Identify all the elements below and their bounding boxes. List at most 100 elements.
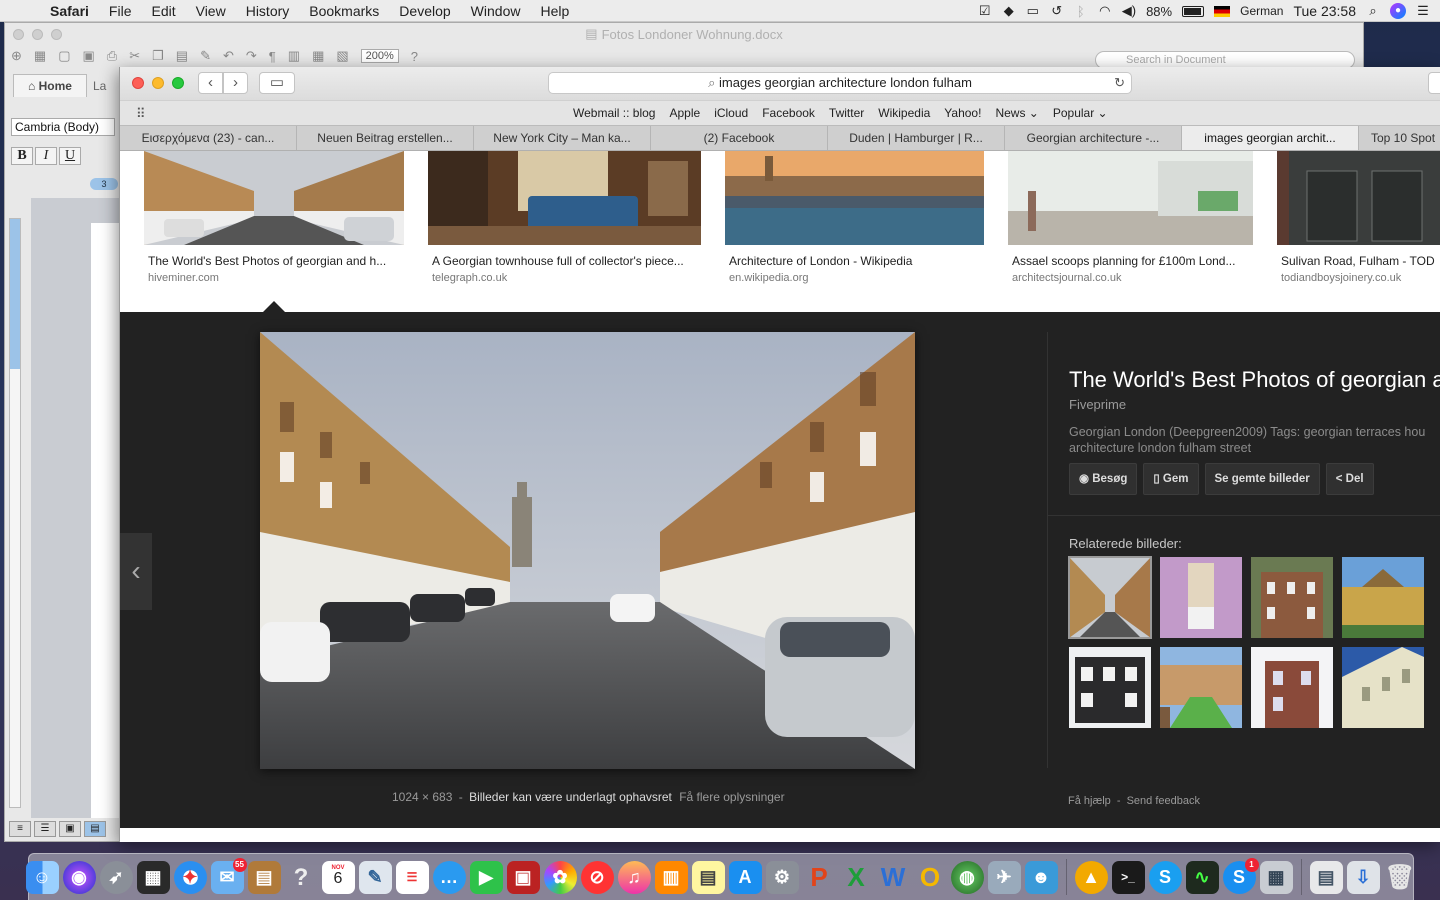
result-title[interactable]: Assael scoops planning for £100m Lond... bbox=[1008, 254, 1253, 268]
powerpoint-icon[interactable]: P bbox=[803, 861, 836, 894]
mail-icon[interactable]: ✉ 55 bbox=[210, 857, 247, 894]
pilcrow-icon[interactable]: ¶ bbox=[269, 49, 276, 64]
result-title[interactable]: A Georgian townhouse full of collector's… bbox=[428, 254, 701, 268]
menu-file[interactable]: File bbox=[99, 3, 142, 19]
tab-duden[interactable]: Duden | Hamburger | R... bbox=[828, 126, 1005, 150]
word-icon[interactable]: W bbox=[877, 861, 910, 894]
related-image[interactable] bbox=[1342, 557, 1424, 638]
more-info-link[interactable]: Få flere oplysninger bbox=[679, 790, 784, 804]
fav-icloud[interactable]: iCloud bbox=[707, 106, 755, 120]
directory-utility-icon[interactable]: ✈ bbox=[987, 860, 1021, 894]
menu-develop[interactable]: Develop bbox=[389, 3, 460, 19]
new-document-icon[interactable]: ⊕ bbox=[11, 48, 22, 64]
app-store-icon[interactable]: A bbox=[728, 860, 762, 894]
word-zoom-button[interactable] bbox=[51, 29, 62, 40]
launchpad-icon[interactable]: ➶ bbox=[99, 860, 133, 894]
outlook-icon[interactable]: O bbox=[914, 861, 947, 894]
open-icon[interactable]: ▢ bbox=[58, 48, 70, 64]
notes-icon[interactable]: ▤ bbox=[691, 860, 725, 894]
outline-view-button[interactable]: ☰ bbox=[34, 821, 56, 837]
menu-bookmarks[interactable]: Bookmarks bbox=[299, 3, 389, 19]
tab-new-york[interactable]: New York City – Man ka... bbox=[474, 126, 651, 150]
photo-booth-icon[interactable]: ▣ bbox=[506, 860, 540, 894]
dropbox-icon[interactable]: ◆ bbox=[1002, 3, 1016, 19]
fav-facebook[interactable]: Facebook bbox=[755, 106, 822, 120]
skype-icon[interactable]: S bbox=[1148, 860, 1182, 894]
menu-window[interactable]: Window bbox=[461, 3, 531, 19]
copy-icon[interactable]: ❐ bbox=[152, 48, 164, 64]
documents-stack-icon[interactable]: ▤ bbox=[1309, 860, 1343, 894]
volume-icon[interactable]: ◀) bbox=[1122, 3, 1136, 19]
notebook-icon[interactable]: ▤ bbox=[247, 860, 281, 894]
airplay-icon[interactable]: ▭ bbox=[1026, 3, 1040, 19]
main-preview-image[interactable] bbox=[260, 332, 915, 769]
menu-edit[interactable]: Edit bbox=[141, 3, 185, 19]
trash-icon[interactable]: 🗑 bbox=[1384, 861, 1417, 894]
fav-webmail[interactable]: Webmail :: blog bbox=[566, 106, 662, 120]
time-machine-icon[interactable]: ↺ bbox=[1050, 3, 1064, 19]
finder-icon[interactable]: ☺ bbox=[25, 860, 59, 894]
battery-icon[interactable] bbox=[1182, 5, 1205, 17]
menu-view[interactable]: View bbox=[186, 3, 236, 19]
fav-yahoo[interactable]: Yahoo! bbox=[937, 106, 988, 120]
calendar-icon[interactable]: NOV 6 bbox=[321, 860, 355, 894]
templates-icon[interactable]: ▦ bbox=[34, 48, 46, 64]
network-globe-icon[interactable]: ◍ bbox=[950, 860, 984, 894]
checkbox-icon[interactable]: ☑ bbox=[978, 3, 992, 19]
activity-monitor-icon[interactable]: ∿ bbox=[1185, 860, 1219, 894]
zoom-field[interactable]: 200% bbox=[360, 49, 399, 63]
fullscreen-button[interactable] bbox=[172, 77, 184, 89]
photos-preview-icon[interactable]: ✎ bbox=[358, 860, 392, 894]
result-image[interactable] bbox=[144, 151, 404, 245]
system-preferences-icon[interactable]: ⚙ bbox=[765, 860, 799, 894]
result-card[interactable]: A Georgian townhouse full of collector's… bbox=[428, 151, 701, 284]
reminders-icon[interactable]: ☰ bbox=[395, 860, 429, 894]
underline-button[interactable]: U bbox=[59, 147, 81, 165]
vlc-icon[interactable]: ▲ bbox=[1074, 860, 1108, 894]
indent-marker[interactable]: 3 bbox=[90, 178, 118, 190]
related-image[interactable] bbox=[1069, 647, 1151, 728]
fav-news[interactable]: News ⌄ bbox=[988, 106, 1045, 120]
spotlight-icon[interactable]: ⌕ bbox=[1366, 3, 1380, 19]
result-title[interactable]: Architecture of London - Wikipedia bbox=[725, 254, 984, 268]
tab-images-georgian[interactable]: images georgian archit... bbox=[1182, 126, 1359, 150]
save-button[interactable]: ▯ Gem bbox=[1143, 463, 1199, 495]
books-icon[interactable]: ▥ bbox=[654, 860, 688, 894]
saved-images-button[interactable]: Se gemte billeder bbox=[1204, 463, 1320, 495]
table-icon[interactable]: ▦ bbox=[312, 48, 324, 64]
siri-icon[interactable]: ◉ bbox=[62, 860, 96, 894]
publishing-view-button[interactable]: ▣ bbox=[59, 821, 81, 837]
previous-image-button[interactable]: ‹ bbox=[120, 533, 152, 610]
mission-control-icon[interactable]: ▦ bbox=[136, 860, 170, 894]
menu-app-name[interactable]: Safari bbox=[40, 3, 99, 19]
redo-icon[interactable]: ↷ bbox=[246, 48, 257, 64]
related-image[interactable] bbox=[1160, 647, 1242, 728]
paste-icon[interactable]: ▤ bbox=[176, 48, 188, 64]
siri-icon[interactable]: ● bbox=[1390, 3, 1406, 19]
sidebar-button[interactable]: ▭ bbox=[259, 72, 295, 94]
result-card[interactable]: Sulivan Road, Fulham - TOD todiandboysjo… bbox=[1277, 151, 1440, 284]
tab-layout[interactable]: La bbox=[87, 75, 112, 97]
tab-home[interactable]: ⌂ Home bbox=[13, 74, 87, 97]
fav-popular[interactable]: Popular ⌄ bbox=[1046, 106, 1115, 120]
cut-icon[interactable]: ✂ bbox=[129, 48, 140, 64]
draft-view-button[interactable]: ≡ bbox=[9, 821, 31, 837]
visit-button[interactable]: ◉ Besøg bbox=[1069, 463, 1138, 495]
save-icon[interactable]: ▣ bbox=[83, 48, 95, 64]
messages-icon[interactable]: … bbox=[432, 860, 466, 894]
result-title[interactable]: The World's Best Photos of georgian and … bbox=[144, 254, 404, 268]
menu-history[interactable]: History bbox=[236, 3, 300, 19]
help-viewer-icon[interactable]: ? bbox=[285, 861, 318, 894]
related-image[interactable] bbox=[1342, 647, 1424, 728]
forward-button[interactable]: › bbox=[223, 72, 248, 94]
skype-business-icon[interactable]: S1 bbox=[1222, 857, 1259, 894]
feedback-link[interactable]: Send feedback bbox=[1127, 795, 1200, 807]
fav-wikipedia[interactable]: Wikipedia bbox=[871, 106, 937, 120]
battery-percent[interactable]: 88% bbox=[1146, 4, 1172, 19]
italic-button[interactable]: I bbox=[35, 147, 57, 165]
fav-apple[interactable]: Apple bbox=[662, 106, 707, 120]
word-close-button[interactable] bbox=[13, 29, 24, 40]
top-sites-grid-icon[interactable]: ⠿ bbox=[136, 106, 146, 122]
result-card[interactable]: The World's Best Photos of georgian and … bbox=[144, 151, 404, 284]
result-card[interactable]: Architecture of London - Wikipedia en.wi… bbox=[725, 151, 984, 284]
